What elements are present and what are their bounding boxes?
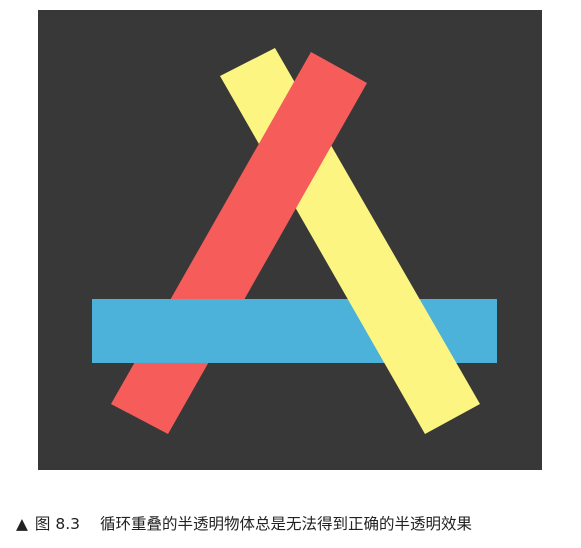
- caption-figure-label: 图 8.3: [34, 515, 80, 533]
- caption-text: 循环重叠的半透明物体总是无法得到正确的半透明效果: [100, 515, 473, 533]
- caption-triangle-icon: ▲: [16, 515, 28, 533]
- overlapping-bars-figure: [38, 10, 542, 470]
- figure-caption: ▲ 图 8.3 循环重叠的半透明物体总是无法得到正确的半透明效果: [16, 513, 576, 535]
